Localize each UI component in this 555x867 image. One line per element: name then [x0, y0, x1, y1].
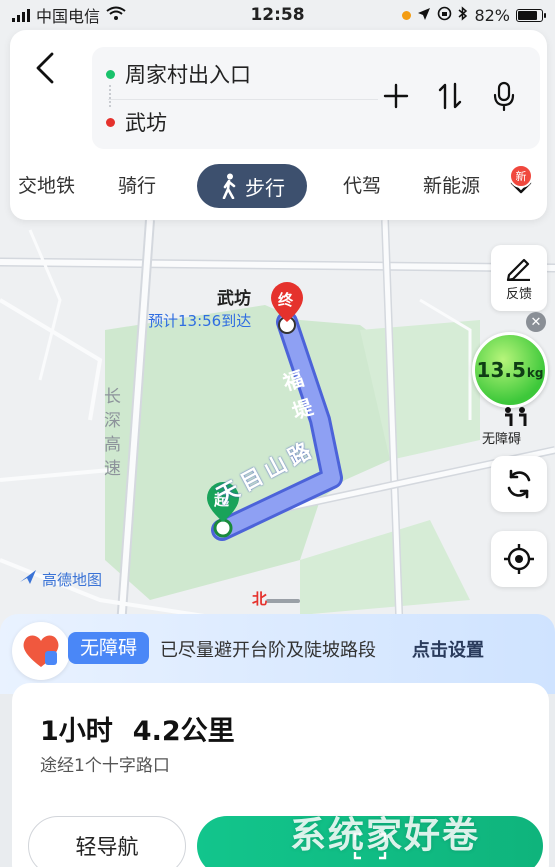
distance: 4.2公里: [132, 716, 235, 747]
start-text: 周家村出入口: [125, 63, 251, 87]
carbon-widget[interactable]: 13.5 kg ✕ 无障碍: [470, 310, 552, 450]
bluetooth-icon: [458, 5, 468, 25]
start-dot-icon: [106, 69, 115, 79]
tab-new-energy[interactable]: 新能源: [423, 170, 480, 202]
route-input-box: 周家村出入口 武坊: [92, 47, 540, 149]
clock: 12:58: [250, 5, 305, 25]
more-modes-button[interactable]: 新: [507, 164, 535, 202]
carbon-value: 13.5: [476, 358, 526, 382]
travel-mode-tabs: 交地铁 骑行 步行 代驾 新能源 新: [10, 164, 547, 208]
end-marker-label: 终: [278, 291, 294, 309]
add-waypoint-button[interactable]: [382, 79, 410, 113]
status-bar: 中国电信 12:58 82%: [0, 0, 555, 30]
route-card: 周家村出入口 武坊 交地铁 骑行 步行 代驾 新能源 新: [10, 30, 547, 220]
route-summary: 1小时 4.2公里: [40, 709, 235, 748]
destination-label: 武坊: [217, 289, 251, 309]
carbon-unit: kg: [526, 366, 544, 380]
back-button[interactable]: [28, 48, 62, 88]
accessibility-badge: 无障碍: [68, 632, 150, 664]
end-text: 武坊: [125, 111, 167, 135]
wifi-icon: [106, 6, 126, 25]
battery-percent: 82%: [474, 5, 510, 25]
logo-icon: [18, 568, 38, 590]
swap-icon: [438, 82, 462, 110]
refresh-route-button[interactable]: [491, 456, 547, 512]
accessibility-text: 已尽量避开台阶及陡坡路段: [160, 640, 376, 661]
tab-walking[interactable]: 步行: [197, 164, 307, 208]
carbon-bubble: 13.5 kg: [472, 332, 548, 408]
north-indicator: 北: [252, 590, 268, 608]
tab-cycling[interactable]: 骑行: [118, 170, 156, 202]
carrier-name: 中国电信: [36, 7, 101, 26]
signal-icon: [12, 8, 30, 22]
plus-icon: [383, 83, 409, 109]
tab-chauffeur[interactable]: 代驾: [343, 170, 381, 202]
end-dot-icon: [106, 117, 115, 127]
accessibility-heart-icon: [12, 622, 70, 680]
battery-icon: [516, 8, 546, 22]
tab-walking-label: 步行: [245, 175, 285, 200]
microphone-icon: [493, 81, 515, 111]
close-carbon-button[interactable]: ✕: [526, 312, 546, 332]
walking-icon: [222, 173, 236, 199]
route-connector: [109, 85, 111, 107]
duration: 1小时: [40, 716, 113, 747]
chevron-left-icon: [36, 52, 54, 84]
locate-me-button[interactable]: [491, 531, 547, 587]
accessible-label: 无障碍: [482, 432, 522, 447]
rotation-lock-icon: [437, 6, 452, 25]
light-navigation-label: 轻导航: [75, 835, 139, 859]
accessibility-settings-link[interactable]: 点击设置: [412, 636, 484, 662]
watermark: 系统家好卷: [290, 815, 481, 856]
start-field[interactable]: 周家村出入口: [106, 59, 251, 89]
logo-text: 高德地图: [42, 570, 103, 589]
light-navigation-button[interactable]: 轻导航: [28, 816, 186, 867]
recording-dot-icon: [402, 10, 412, 20]
map-logo: 高德地图: [18, 568, 102, 590]
voice-button[interactable]: [490, 79, 518, 113]
via-info: 途经1个十字路口: [40, 756, 170, 776]
accessibility-banner: 无障碍 已尽量避开台阶及陡坡路段 点击设置: [0, 614, 555, 694]
refresh-icon: [507, 469, 531, 499]
swap-button[interactable]: [436, 79, 464, 113]
tab-subway[interactable]: 交地铁: [18, 170, 75, 202]
route-divider: [108, 99, 378, 100]
crosshair-icon: [504, 544, 534, 574]
road-label-expressway: 长深高速: [104, 387, 121, 479]
location-icon: [417, 6, 431, 25]
edit-pen-icon: [506, 258, 530, 281]
end-field[interactable]: 武坊: [106, 107, 167, 137]
new-badge: 新: [509, 164, 533, 188]
eta-label: 预计13:56到达: [148, 312, 252, 330]
feedback-label: 反馈: [505, 286, 532, 302]
feedback-button[interactable]: 反馈: [491, 245, 547, 311]
